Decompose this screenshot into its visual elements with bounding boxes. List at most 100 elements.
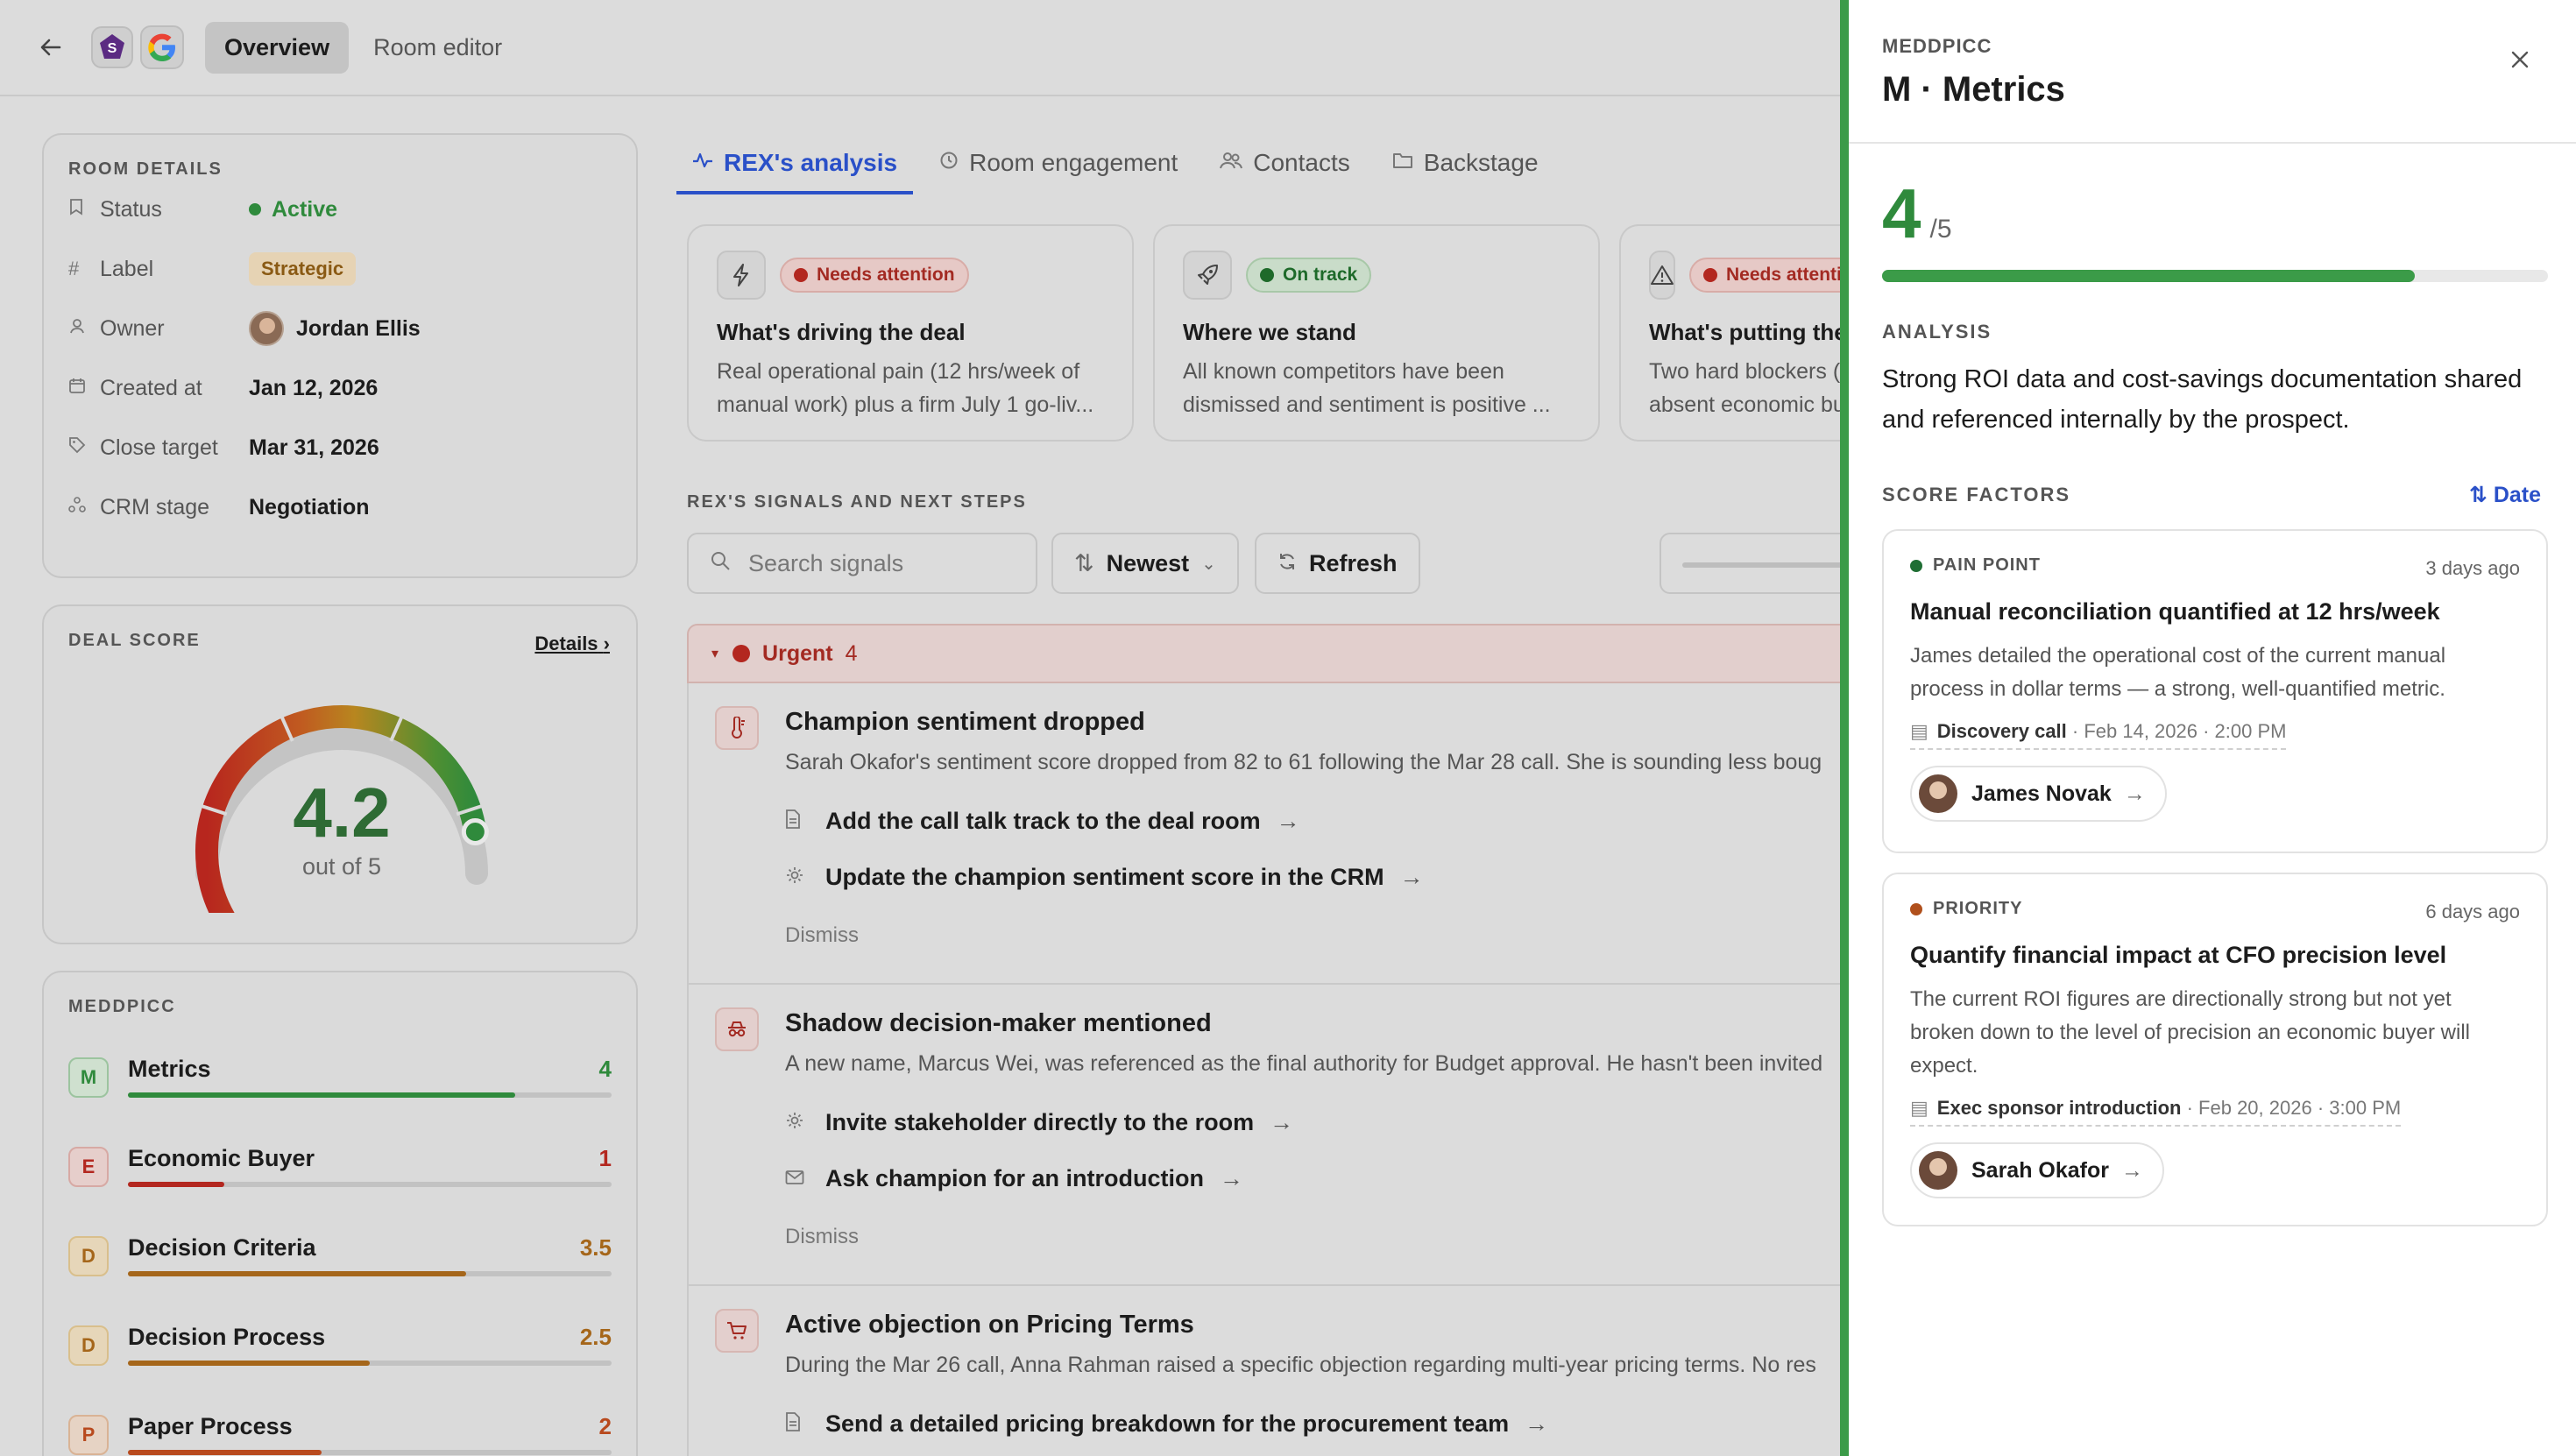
person-chip[interactable]: Sarah Okafor → xyxy=(1910,1142,2165,1198)
room-detail-label: CRM stage xyxy=(100,494,210,519)
factor-text: The current ROI figures are directionall… xyxy=(1910,987,2471,1078)
factor-dot-icon xyxy=(1910,902,1922,915)
action-label: Update the champion sentiment score in t… xyxy=(825,864,1384,890)
search-placeholder: Search signals xyxy=(748,549,904,576)
dismiss-button[interactable]: Dismiss xyxy=(785,923,859,948)
insight-text-line: All known competitors have been xyxy=(1183,359,1504,384)
factor-source-link[interactable]: ▤ Exec sponsor introduction · Feb 20, 202… xyxy=(1910,1097,2402,1127)
factor-kicker-label: PRIORITY xyxy=(1933,899,2023,918)
dismiss-button[interactable]: Dismiss xyxy=(785,1225,859,1249)
label-tag[interactable]: Strategic xyxy=(249,252,357,286)
tab-backstage[interactable]: Backstage xyxy=(1392,131,1539,194)
sort-by-date-button[interactable]: ⇅ Date xyxy=(2469,482,2541,508)
sort-dropdown[interactable]: ⇅ Newest ⌄ xyxy=(1051,533,1239,594)
owner-name: Jordan Ellis xyxy=(296,315,421,341)
panel-kicker: MEDDPICC xyxy=(1882,35,1992,57)
meddpicc-item[interactable]: P Paper Process 2 xyxy=(68,1389,612,1456)
tab-label: REX's analysis xyxy=(724,149,898,176)
back-arrow-icon[interactable] xyxy=(33,30,68,65)
tab-contacts[interactable]: Contacts xyxy=(1220,131,1350,194)
avatar xyxy=(1919,774,1957,813)
svg-text:S: S xyxy=(108,41,117,56)
signal-text: Sarah Okafor's sentiment score dropped f… xyxy=(785,750,1822,774)
meddpicc-item-name: Paper Process xyxy=(128,1413,293,1439)
deal-score-subtitle: out of 5 xyxy=(301,853,382,880)
signal-action[interactable]: Send a detailed pricing breakdown for th… xyxy=(785,1410,1548,1438)
collapse-caret-icon: ▾ xyxy=(711,647,719,661)
meddpicc-item[interactable]: D Decision Process 2.5 xyxy=(68,1299,612,1389)
insight-card-standing[interactable]: On track Where we stand All known compet… xyxy=(1153,224,1600,442)
score-factor-card[interactable]: PRIORITY 6 days ago Quantify financial i… xyxy=(1882,873,2548,1226)
signal-action[interactable]: Invite stakeholder directly to the room → xyxy=(785,1109,1293,1136)
meddpicc-card: MEDDPICC M Metrics 4 E Economic Buyer 1 D Decis… xyxy=(42,971,638,1456)
meddpicc-item-bar xyxy=(128,1271,612,1276)
room-details-card: ROOM DETAILS Status Active # Label Strat… xyxy=(42,133,638,578)
avatar xyxy=(249,311,284,346)
mail-icon xyxy=(785,1168,811,1191)
deal-score-value: 4.2 xyxy=(293,774,391,852)
chevron-right-icon: › xyxy=(603,633,610,654)
bolt-icon xyxy=(717,251,766,300)
action-label: Invite stakeholder directly to the room xyxy=(825,1109,1255,1135)
top-bar: S Overview Room editor xyxy=(0,0,1840,96)
details-link[interactable]: Details › xyxy=(534,633,610,655)
signal-action[interactable]: Add the call talk track to the deal room… xyxy=(785,808,1300,835)
app-logo-icon[interactable]: S xyxy=(91,26,133,68)
meddpicc-letter-badge: D xyxy=(68,1325,109,1366)
check-dot-icon xyxy=(1260,268,1274,282)
signal-action[interactable]: Update the champion sentiment score in t… xyxy=(785,864,1424,891)
signal-text: A new name, Marcus Wei, was referenced a… xyxy=(785,1051,1823,1076)
urgent-label: Urgent xyxy=(762,640,833,666)
tab-room-editor[interactable]: Room editor xyxy=(354,22,521,74)
meddpicc-letter-badge: E xyxy=(68,1147,109,1187)
room-detail-label: Label xyxy=(100,256,154,281)
meddpicc-item-fill xyxy=(128,1271,467,1276)
insight-card-driving[interactable]: Needs attention What's driving the deal … xyxy=(687,224,1134,442)
meddpicc-detail-panel: MEDDPICC M · Metrics 4 /5 ANALYSIS Stron… xyxy=(1840,0,2576,1456)
meddpicc-item-bar xyxy=(128,1361,612,1366)
tab-rex-analysis[interactable]: REX's analysis xyxy=(676,131,914,194)
analysis-tabs: REX's analysis Room engagement Contacts … xyxy=(676,131,1581,194)
meddpicc-item-fill xyxy=(128,1092,515,1098)
meddpicc-letter-badge: D xyxy=(68,1236,109,1276)
source-meta: · Feb 20, 2026 · 3:00 PM xyxy=(2181,1097,2402,1119)
google-logo-icon[interactable] xyxy=(140,25,184,69)
owner-value[interactable]: Jordan Ellis xyxy=(249,311,421,346)
thermometer-icon xyxy=(715,706,759,750)
created-value: Jan 12, 2026 xyxy=(249,375,379,400)
factor-title: Manual reconciliation quantified at 12 h… xyxy=(1910,598,2440,625)
meddpicc-item-score: 4 xyxy=(598,1056,612,1082)
filter-slider[interactable] xyxy=(1660,533,1870,594)
signals-heading: REX'S SIGNALS AND NEXT STEPS xyxy=(687,492,1027,512)
factor-dot-icon xyxy=(1910,559,1922,572)
tab-room-engagement[interactable]: Room engagement xyxy=(939,131,1178,194)
close-icon[interactable] xyxy=(2504,44,2536,75)
source-name: Exec sponsor introduction xyxy=(1936,1097,2182,1119)
tab-overview[interactable]: Overview xyxy=(205,21,350,74)
refresh-button[interactable]: Refresh xyxy=(1255,533,1420,594)
meddpicc-item[interactable]: E Economic Buyer 1 xyxy=(68,1120,612,1210)
insight-text-line: manual work) plus a firm July 1 go-liv..… xyxy=(717,392,1094,417)
insight-text: All known competitors have been dismissed… xyxy=(1183,355,1570,421)
deal-score-card: DEAL SCORE Details › 4.2 out of 5 xyxy=(42,604,638,944)
signal-action[interactable]: Ask champion for an introduction → xyxy=(785,1165,1243,1192)
search-input[interactable]: Search signals xyxy=(687,533,1037,594)
room-detail-status: Status Active xyxy=(68,180,612,239)
deal-score-title: DEAL SCORE xyxy=(68,631,201,650)
meddpicc-item[interactable]: M Metrics 4 xyxy=(68,1031,612,1120)
meddpicc-item-fill xyxy=(128,1361,370,1366)
meddpicc-letter-badge: P xyxy=(68,1415,109,1455)
insight-text: Two hard blockers (absent economic bu xyxy=(1649,355,1854,421)
status-badge: Needs attention xyxy=(780,258,969,293)
signal-title: Champion sentiment dropped xyxy=(785,708,1145,736)
tag-icon xyxy=(68,436,100,459)
urgent-group-header[interactable]: ▾ Urgent 4 xyxy=(687,624,1879,683)
meddpicc-item-score: 3.5 xyxy=(579,1234,612,1261)
score-factor-card[interactable]: PAIN POINT 3 days ago Manual reconciliat… xyxy=(1882,529,2548,853)
meddpicc-item[interactable]: D Decision Criteria 3.5 xyxy=(68,1210,612,1299)
signal-title: Active objection on Pricing Terms xyxy=(785,1311,1194,1339)
room-detail-close-target: Close target Mar 31, 2026 xyxy=(68,418,612,477)
person-chip[interactable]: James Novak → xyxy=(1910,766,2167,822)
factor-source-link[interactable]: ▤ Discovery call · Feb 14, 2026 · 2:00 PM xyxy=(1910,720,2287,750)
room-detail-label-row: # Label Strategic xyxy=(68,239,612,299)
